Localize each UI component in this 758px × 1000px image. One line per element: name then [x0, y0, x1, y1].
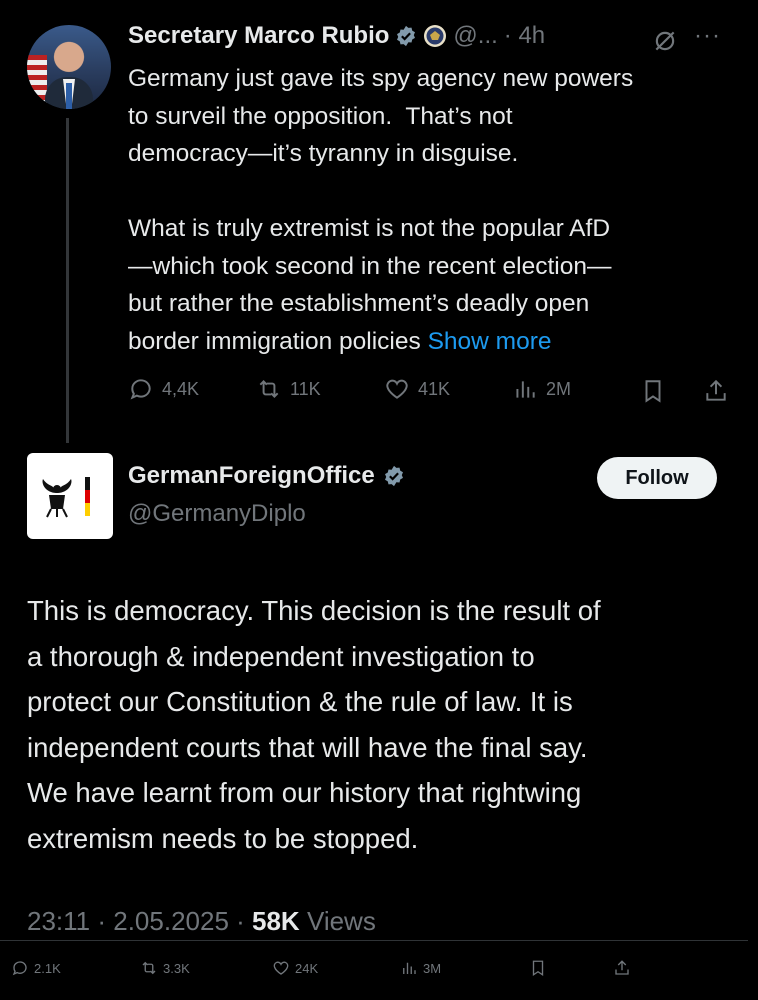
reply-button[interactable]: 4,4K	[128, 376, 199, 402]
share-icon[interactable]	[703, 378, 729, 404]
repost-action-count: 3.3K	[163, 960, 190, 976]
flag-graphic	[27, 55, 47, 105]
avatar-tie	[66, 83, 72, 109]
tweet-time[interactable]: · 4h	[504, 22, 545, 50]
parent-header: Secretary Marco Rubio @... · 4h	[128, 22, 545, 50]
reply-text: This is democracy. This decision is the …	[27, 595, 601, 854]
parent-text-p1: Germany just gave its spy agency new pow…	[128, 65, 634, 167]
show-more-link[interactable]: Show more	[428, 328, 552, 355]
views-action-count: 3M	[423, 960, 442, 976]
verified-badge-icon	[384, 465, 403, 487]
author-handle[interactable]: @...	[453, 22, 497, 50]
share-icon[interactable]	[613, 959, 631, 977]
views-label: Views	[299, 906, 376, 936]
repost-action-button[interactable]: 3.3K	[140, 959, 190, 977]
reply-action-count: 2.1K	[34, 960, 61, 976]
bookmark-icon[interactable]	[640, 378, 666, 404]
more-options-icon[interactable]: ···	[694, 22, 721, 50]
state-department-seal-icon	[424, 25, 447, 47]
like-button[interactable]: 41K	[384, 376, 450, 402]
like-action-button[interactable]: 24K	[272, 959, 318, 977]
grok-icon[interactable]	[652, 28, 678, 54]
like-action-count: 24K	[295, 960, 319, 976]
views-count: 58K	[252, 906, 300, 936]
thread-line	[66, 118, 69, 443]
author-avatar[interactable]	[27, 25, 111, 109]
heart-icon	[273, 961, 289, 975]
repost-icon	[142, 961, 156, 975]
tweet-meta: 23:11 · 2.05.2025 · 58K Views	[27, 906, 376, 937]
reply-action-button[interactable]: 2.1K	[11, 959, 61, 977]
analytics-icon	[403, 962, 416, 974]
federal-eagle-logo	[42, 477, 90, 518]
reply-icon	[12, 961, 27, 976]
timestamp[interactable]: 23:11 · 2.05.2025 ·	[27, 906, 252, 936]
heart-icon	[386, 379, 408, 399]
verified-badge-icon	[397, 25, 416, 47]
reply-author-handle[interactable]: @GermanyDiplo	[128, 500, 306, 528]
bookmark-icon[interactable]	[529, 959, 547, 977]
reply-count: 4,4K	[162, 378, 200, 399]
views-action-button[interactable]: 3M	[400, 959, 441, 977]
repost-button[interactable]: 11K	[256, 376, 321, 402]
follow-button[interactable]: Follow	[597, 457, 717, 499]
repost-icon	[259, 380, 279, 398]
author-name[interactable]: Secretary Marco Rubio	[128, 22, 389, 50]
repost-count: 11K	[290, 378, 321, 399]
reply-icon	[130, 379, 151, 400]
reply-header: GermanForeignOffice	[128, 462, 405, 490]
views-button[interactable]: 2M	[512, 376, 571, 402]
divider	[0, 940, 748, 941]
reply-author-avatar[interactable]	[27, 453, 113, 539]
reply-author-name[interactable]: GermanForeignOffice	[128, 462, 375, 490]
like-count: 41K	[418, 378, 451, 399]
analytics-icon	[516, 381, 535, 398]
parent-text-p2: What is truly extremist is not the popul…	[128, 210, 748, 360]
view-count: 2M	[546, 378, 572, 399]
